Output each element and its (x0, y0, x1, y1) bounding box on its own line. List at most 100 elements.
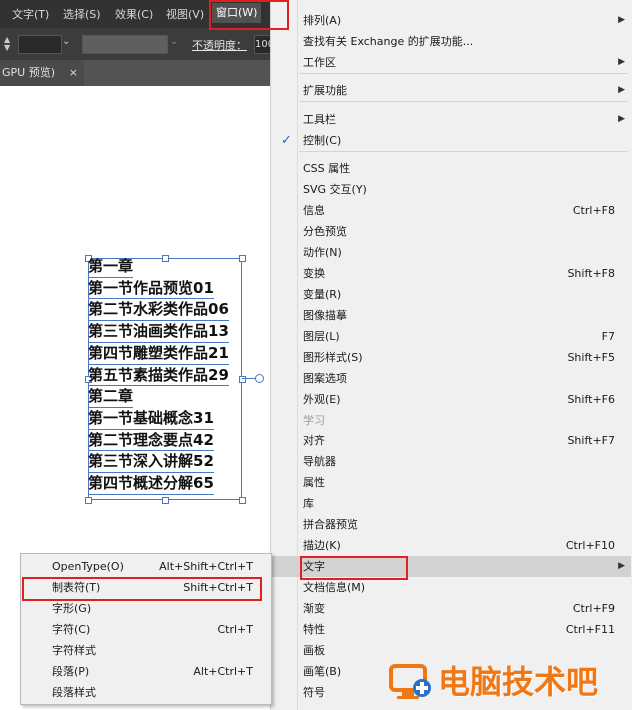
document-tab-title: GPU 预览) (2, 66, 55, 79)
style-field[interactable] (82, 35, 168, 54)
text-line: 第二节水彩类作品06 (88, 299, 229, 322)
menu-item[interactable]: 动作(N) (271, 242, 631, 263)
menu-item[interactable]: 库 (271, 493, 631, 514)
menu-item[interactable]: 描边(K) Ctrl+F10 (271, 535, 631, 556)
menu-item[interactable]: 工作区 ▶ (271, 52, 631, 73)
submenu-arrow-icon: ▶ (618, 114, 625, 124)
text-line: 第四节概述分解65 (88, 473, 214, 495)
menu-item: 学习 (271, 410, 631, 431)
menu-item-label: 工具栏 (303, 113, 336, 126)
menu-item[interactable]: 排列(A) ▶ (271, 10, 631, 31)
menu-item-label: 扩展功能 (303, 84, 347, 97)
selection-handle[interactable] (85, 497, 92, 504)
menu-type[interactable]: 文字(T) (12, 6, 49, 22)
menu-effect[interactable]: 效果(C) (115, 6, 153, 22)
menu-item-label: 对齐 (303, 434, 325, 447)
submenu-item[interactable]: 字形(G) (21, 598, 271, 619)
menu-item[interactable]: 拼合器预览 (271, 514, 631, 535)
selection-handle[interactable] (239, 497, 246, 504)
text-frame-content[interactable]: 第一章 第一节作品预览01 第二节水彩类作品06 第三节油画类作品13 第四节雕… (88, 256, 229, 495)
checkmark-icon: ✓ (281, 133, 292, 148)
document-tab-bar: GPU 预览) × (0, 60, 270, 86)
menu-item[interactable]: 画板 (271, 640, 631, 661)
stroke-field[interactable] (18, 35, 62, 54)
submenu-item-label: 段落(P) (52, 665, 90, 678)
submenu-item[interactable]: 字符样式 (21, 640, 271, 661)
menu-item-shortcut: F7 (601, 330, 615, 343)
menu-item-label: 变换 (303, 267, 325, 280)
menu-item[interactable]: SVG 交互(Y) (271, 179, 631, 200)
menu-item-label: 工作区 (303, 56, 336, 69)
text-line: 第三节油画类作品13 (88, 321, 229, 343)
highlight-window-menu (209, 0, 289, 30)
menu-item[interactable]: 对齐 Shift+F7 (271, 430, 631, 451)
menu-item-label: 图层(L) (303, 330, 340, 343)
menu-item[interactable]: 属性 (271, 472, 631, 493)
selection-handle[interactable] (239, 255, 246, 262)
menu-item[interactable]: 变换 Shift+F8 (271, 263, 631, 284)
submenu-item[interactable]: 段落样式 (21, 682, 271, 703)
menu-item[interactable]: 特性 Ctrl+F11 (271, 619, 631, 640)
text-line: 第一章 (88, 256, 134, 278)
menu-item[interactable]: 图形样式(S) Shift+F5 (271, 347, 631, 368)
menu-separator (299, 73, 628, 74)
menu-item-label: 排列(A) (303, 14, 342, 27)
menu-item-shortcut: Shift+F6 (567, 393, 615, 406)
watermark-text: 电脑技术吧 (438, 663, 599, 701)
menu-item-shortcut: Ctrl+F9 (572, 602, 615, 615)
submenu-item-label: 字形(G) (52, 602, 92, 615)
menu-item-label: 渐变 (303, 602, 325, 615)
selection-handle[interactable] (162, 497, 169, 504)
menu-item-label: SVG 交互(Y) (303, 183, 367, 196)
text-line: 第五节素描类作品29 (88, 365, 229, 387)
submenu-item[interactable]: 段落(P) Alt+Ctrl+T (21, 661, 271, 682)
submenu-item[interactable]: 字符(C) Ctrl+T (21, 619, 271, 640)
menu-item-label: 导航器 (303, 455, 336, 468)
menu-item-label: 查找有关 Exchange 的扩展功能... (303, 35, 474, 48)
menu-item[interactable]: CSS 属性 (271, 158, 631, 179)
menu-select[interactable]: 选择(S) (63, 6, 101, 22)
opacity-label[interactable]: 不透明度： (192, 37, 247, 53)
menu-item[interactable]: ✓ 控制(C) (271, 130, 631, 151)
stepper-arrows-icon[interactable]: ▲ ▼ (4, 36, 14, 52)
menu-item-shortcut: Ctrl+F10 (565, 539, 615, 552)
menu-item-label: 图案选项 (303, 372, 347, 385)
menu-item[interactable]: 查找有关 Exchange 的扩展功能... (271, 31, 631, 52)
menu-item-label: 变量(R) (303, 288, 342, 301)
menu-item[interactable]: 工具栏 ▶ (271, 109, 631, 130)
menu-item[interactable]: 导航器 (271, 451, 631, 472)
window-menu: 排列(A) ▶ 查找有关 Exchange 的扩展功能... 工作区 ▶ 扩展功能 ▶ 工具栏… (270, 0, 632, 710)
menu-item[interactable]: 外观(E) Shift+F6 (271, 389, 631, 410)
menu-item[interactable]: 变量(R) (271, 284, 631, 305)
submenu-item-label: 字符样式 (52, 644, 96, 657)
menu-item[interactable]: 分色预览 (271, 221, 631, 242)
text-line: 第二节理念要点42 (88, 430, 214, 452)
menu-view[interactable]: 视图(V) (166, 6, 204, 22)
menu-item-label: 控制(C) (303, 134, 342, 147)
highlight-type-item (300, 556, 408, 580)
menu-item[interactable]: 图案选项 (271, 368, 631, 389)
submenu-item[interactable]: OpenType(O) Alt+Shift+Ctrl+T (21, 556, 271, 577)
document-tab[interactable]: GPU 预览) × (0, 60, 84, 86)
menu-item-label: 库 (303, 497, 314, 510)
menu-item-label: 信息 (303, 204, 325, 217)
menu-item[interactable]: 渐变 Ctrl+F9 (271, 598, 631, 619)
menu-separator (299, 151, 628, 152)
text-line: 第一节作品预览01 (88, 278, 214, 300)
submenu-item-shortcut: Alt+Ctrl+T (193, 665, 253, 678)
chevron-down-icon[interactable]: ⌄ (170, 36, 178, 47)
menu-item[interactable]: 图像描摹 (271, 305, 631, 326)
out-port-icon[interactable] (255, 374, 264, 383)
close-icon[interactable]: × (69, 60, 78, 86)
menu-item-label: 画板 (303, 644, 325, 657)
text-line: 第三节深入讲解52 (88, 451, 214, 474)
menu-separator (299, 101, 628, 102)
menu-item[interactable]: 文档信息(M) (271, 577, 631, 598)
chevron-down-icon[interactable]: ⌄ (62, 36, 70, 47)
thread-line (242, 378, 256, 379)
watermark: 电脑技术吧 (388, 660, 628, 706)
menu-item[interactable]: 图层(L) F7 (271, 326, 631, 347)
menu-item[interactable]: 扩展功能 ▶ (271, 80, 631, 101)
menu-item[interactable]: 信息 Ctrl+F8 (271, 200, 631, 221)
menu-item-label: 符号 (303, 686, 325, 699)
